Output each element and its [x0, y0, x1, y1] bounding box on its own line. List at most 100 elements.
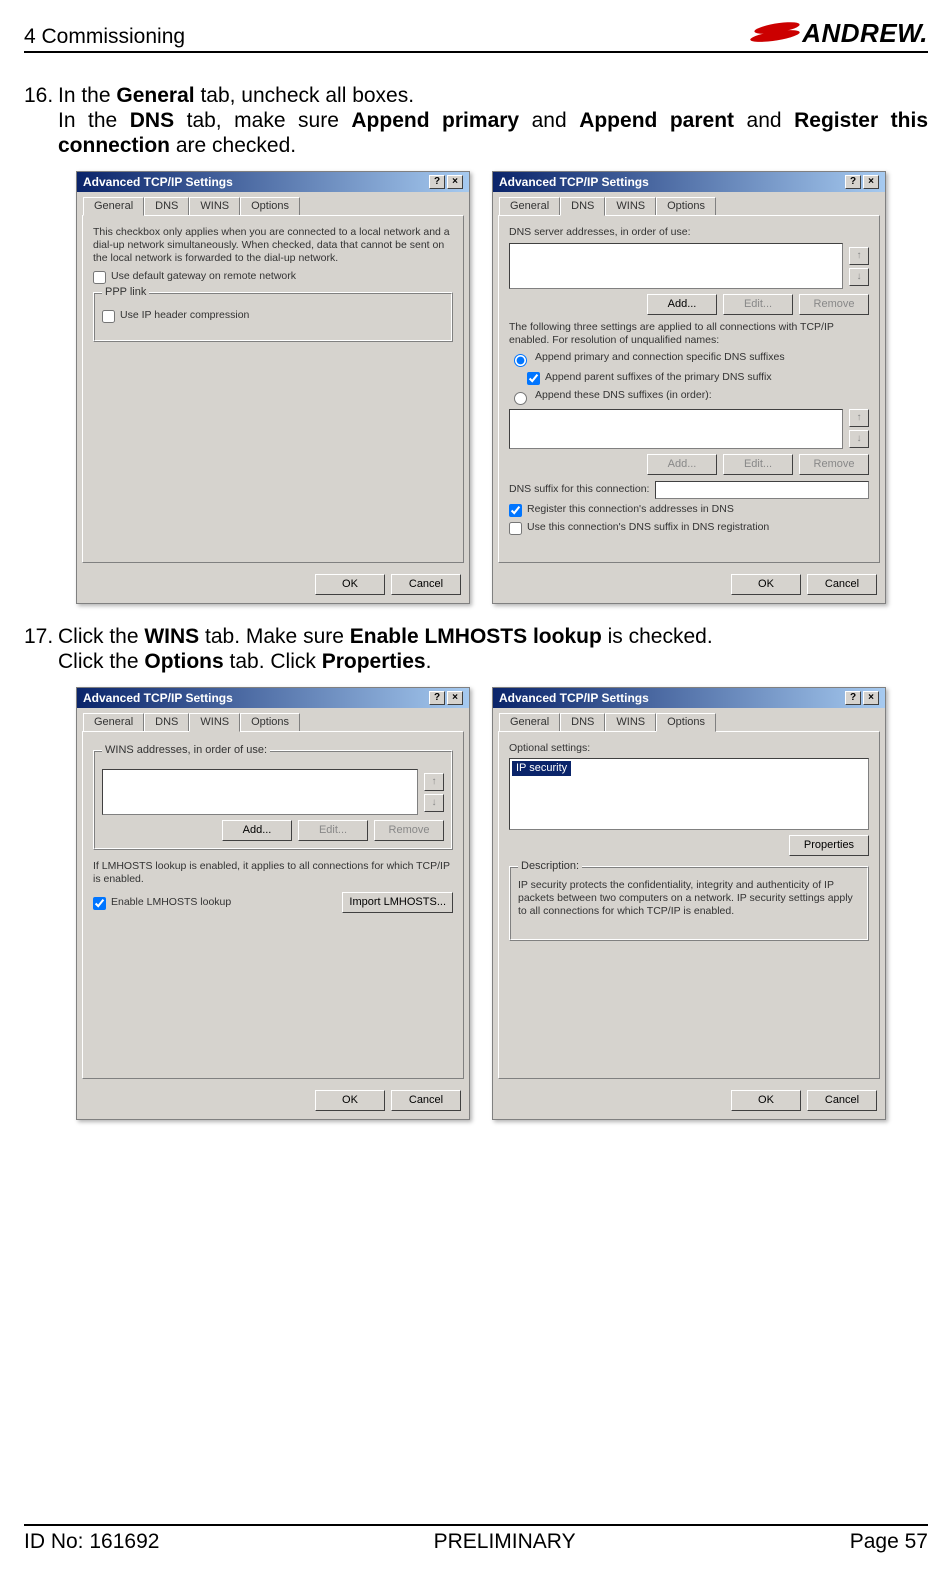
cb-ip-header[interactable]: Use IP header compression: [102, 309, 444, 323]
remove-button[interactable]: Remove: [374, 820, 444, 841]
close-button[interactable]: ×: [863, 175, 879, 189]
radio-append-these[interactable]: Append these DNS suffixes (in order):: [509, 389, 869, 405]
step-16: 16. In the General tab, uncheck all boxe…: [24, 83, 928, 159]
tab-options[interactable]: Options: [656, 197, 716, 215]
tab-options[interactable]: Options: [240, 197, 300, 215]
ok-button[interactable]: OK: [315, 1090, 385, 1111]
dialog-title: Advanced TCP/IP Settings: [83, 175, 233, 189]
add-button[interactable]: Add...: [647, 294, 717, 315]
checkbox[interactable]: [509, 504, 522, 517]
tab-general[interactable]: General: [499, 197, 560, 215]
move-down-button[interactable]: ↓: [424, 794, 444, 812]
add-button[interactable]: Add...: [647, 454, 717, 475]
cb-register-dns[interactable]: Register this connection's addresses in …: [509, 503, 869, 517]
checkbox[interactable]: [93, 897, 106, 910]
cancel-button[interactable]: Cancel: [807, 574, 877, 595]
dns-label1: DNS server addresses, in order of use:: [509, 226, 869, 239]
cb-enable-lmhosts[interactable]: Enable LMHOSTS lookup: [93, 896, 231, 910]
help-button[interactable]: ?: [845, 691, 861, 705]
footer-page: Page 57: [850, 1530, 928, 1554]
tab-wins[interactable]: WINS: [189, 197, 240, 215]
tab-options[interactable]: Options: [656, 713, 716, 732]
screenshot-row-2: Advanced TCP/IP Settings ? × General DNS…: [76, 687, 928, 1121]
remove-button[interactable]: Remove: [799, 454, 869, 475]
tab-general[interactable]: General: [83, 197, 144, 216]
radio-append-primary[interactable]: Append primary and connection specific D…: [509, 351, 869, 367]
remove-button[interactable]: Remove: [799, 294, 869, 315]
options-desc: IP security protects the confidentiality…: [518, 879, 860, 918]
cancel-button[interactable]: Cancel: [391, 1090, 461, 1111]
dns-label2: The following three settings are applied…: [509, 321, 869, 347]
wins-note: If LMHOSTS lookup is enabled, it applies…: [93, 860, 453, 886]
checkbox[interactable]: [509, 522, 522, 535]
ok-button[interactable]: OK: [731, 1090, 801, 1111]
ok-button[interactable]: OK: [315, 574, 385, 595]
group-title: WINS addresses, in order of use:: [102, 744, 270, 757]
cancel-button[interactable]: Cancel: [391, 574, 461, 595]
cancel-button[interactable]: Cancel: [807, 1090, 877, 1111]
cb-append-parent[interactable]: Append parent suffixes of the primary DN…: [527, 371, 869, 385]
radio[interactable]: [514, 354, 527, 367]
import-lmhosts-button[interactable]: Import LMHOSTS...: [342, 892, 453, 913]
dns-suffix-label: DNS suffix for this connection:: [509, 483, 649, 496]
move-up-button[interactable]: ↑: [849, 247, 869, 265]
edit-button[interactable]: Edit...: [723, 454, 793, 475]
wins-list[interactable]: [102, 769, 418, 815]
move-down-button[interactable]: ↓: [849, 268, 869, 286]
tab-dns[interactable]: DNS: [144, 197, 189, 215]
tab-wins[interactable]: WINS: [605, 197, 656, 215]
brand-logo: ANDREW.: [750, 18, 928, 49]
cb-default-gateway[interactable]: Use default gateway on remote network: [93, 270, 453, 284]
close-button[interactable]: ×: [447, 691, 463, 705]
move-up-button[interactable]: ↑: [849, 409, 869, 427]
add-button[interactable]: Add...: [222, 820, 292, 841]
tab-general[interactable]: General: [499, 713, 560, 731]
move-up-button[interactable]: ↑: [424, 773, 444, 791]
tab-dns[interactable]: DNS: [560, 713, 605, 731]
edit-button[interactable]: Edit...: [723, 294, 793, 315]
dns-servers-list[interactable]: [509, 243, 843, 289]
titlebar: Advanced TCP/IP Settings ? ×: [493, 688, 885, 708]
dns-suffix-list[interactable]: [509, 409, 843, 449]
properties-button[interactable]: Properties: [789, 835, 869, 856]
dialog-title: Advanced TCP/IP Settings: [499, 175, 649, 189]
options-list[interactable]: IP security: [509, 758, 869, 830]
titlebar: Advanced TCP/IP Settings ? ×: [493, 172, 885, 192]
checkbox[interactable]: [93, 271, 106, 284]
move-down-button[interactable]: ↓: [849, 430, 869, 448]
tab-wins[interactable]: WINS: [189, 713, 240, 732]
step-17: 17. Click the WINS tab. Make sure Enable…: [24, 624, 928, 674]
radio[interactable]: [514, 392, 527, 405]
tabpanel-options: Optional settings: IP security Propertie…: [498, 731, 880, 1079]
footer-id: ID No: 161692: [24, 1530, 159, 1554]
section-title: 4 Commissioning: [24, 25, 185, 49]
dialog-dns: Advanced TCP/IP Settings ? × General DNS…: [492, 171, 886, 605]
group-ppp: PPP link Use IP header compression: [93, 292, 453, 342]
footer-status: PRELIMINARY: [434, 1530, 576, 1554]
list-item-ip-security[interactable]: IP security: [512, 761, 571, 776]
dialog-title: Advanced TCP/IP Settings: [83, 691, 233, 705]
tab-options[interactable]: Options: [240, 713, 300, 731]
group-title: Description:: [518, 860, 582, 873]
tab-dns[interactable]: DNS: [560, 197, 605, 216]
cb-use-suffix[interactable]: Use this connection's DNS suffix in DNS …: [509, 521, 869, 535]
help-button[interactable]: ?: [845, 175, 861, 189]
group-wins-addr: WINS addresses, in order of use: ↑ ↓ Add…: [93, 750, 453, 850]
help-button[interactable]: ?: [429, 691, 445, 705]
dns-suffix-input[interactable]: [655, 481, 869, 499]
close-button[interactable]: ×: [863, 691, 879, 705]
tabpanel-wins: WINS addresses, in order of use: ↑ ↓ Add…: [82, 731, 464, 1079]
tab-wins[interactable]: WINS: [605, 713, 656, 731]
checkbox[interactable]: [102, 310, 115, 323]
tab-general[interactable]: General: [83, 713, 144, 731]
step-number: 16.: [24, 83, 58, 159]
help-button[interactable]: ?: [429, 175, 445, 189]
close-button[interactable]: ×: [447, 175, 463, 189]
dialog-wins: Advanced TCP/IP Settings ? × General DNS…: [76, 687, 470, 1121]
tab-dns[interactable]: DNS: [144, 713, 189, 731]
checkbox[interactable]: [527, 372, 540, 385]
edit-button[interactable]: Edit...: [298, 820, 368, 841]
step-number: 17.: [24, 624, 58, 674]
ok-button[interactable]: OK: [731, 574, 801, 595]
tabstrip: General DNS WINS Options: [77, 708, 469, 731]
